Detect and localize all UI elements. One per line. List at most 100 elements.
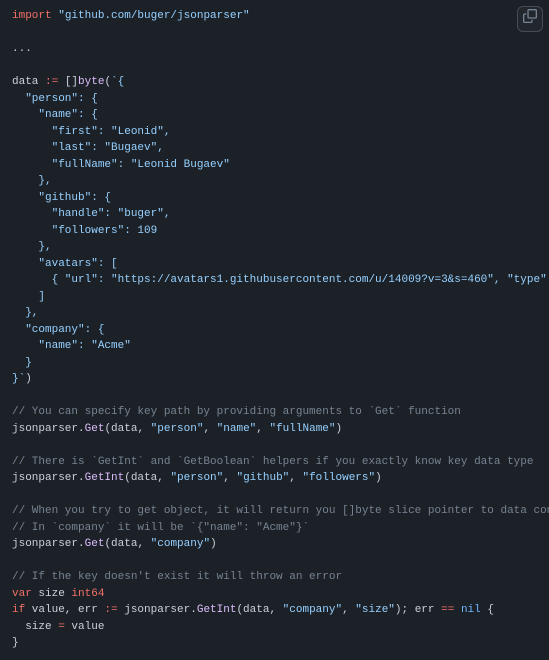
code-line: jsonparser.Get(data, "person", "name", "… xyxy=(12,423,342,435)
code-token: "fullName" xyxy=(269,423,335,435)
code-line: // When you try to get object, it will r… xyxy=(12,505,549,517)
code-token: , xyxy=(342,604,355,616)
code-line: if value, err := jsonparser.GetInt(data,… xyxy=(12,604,494,616)
code-token: }, xyxy=(12,175,52,187)
code-token: byte xyxy=(78,76,104,88)
code-line: var size int64 xyxy=(12,588,104,600)
code-token: // In `company` it will be `{"name": "Ac… xyxy=(12,522,309,534)
code-token: size xyxy=(32,588,72,600)
code-token: "person" xyxy=(151,423,204,435)
code-line: "first": "Leonid", xyxy=(12,126,170,138)
code-token: "name": "Acme" xyxy=(12,340,131,352)
code-line: // You can specify key path by providing… xyxy=(12,406,461,418)
code-token: data xyxy=(12,76,45,88)
code-line: "company": { xyxy=(12,324,104,336)
code-line: // In `company` it will be `{"name": "Ac… xyxy=(12,522,309,534)
code-token: (data, xyxy=(236,604,282,616)
code-token: `{ xyxy=(111,76,124,88)
code-line: // If the key doesn't exist it will thro… xyxy=(12,571,342,583)
code-block: import "github.com/buger/jsonparser" ...… xyxy=(0,0,549,660)
code-line: "name": "Acme" xyxy=(12,340,131,352)
code-token: "last": "Bugaev", xyxy=(12,142,164,154)
code-token: ] xyxy=(12,291,45,303)
code-token: , xyxy=(203,423,216,435)
code-line: "handle": "buger", xyxy=(12,208,170,220)
code-token: }` xyxy=(12,373,25,385)
code-token: GetInt xyxy=(85,472,125,484)
code-token: "fullName": "Leonid Bugaev" xyxy=(12,159,230,171)
code-token: jsonparser. xyxy=(12,538,85,550)
code-token: "github.com/buger/jsonparser" xyxy=(58,10,249,22)
code-token: jsonparser. xyxy=(118,604,197,616)
code-token: "name": { xyxy=(12,109,98,121)
code-token: ) xyxy=(375,472,382,484)
code-line: } xyxy=(12,357,32,369)
code-line: "github": { xyxy=(12,192,111,204)
code-line: }, xyxy=(12,175,52,187)
code-token: "size" xyxy=(355,604,395,616)
code-token: // You can specify key path by providing… xyxy=(12,406,461,418)
code-token: "company" xyxy=(283,604,342,616)
code-line: "followers": 109 xyxy=(12,225,157,237)
code-token: "followers" xyxy=(302,472,375,484)
code-line: }`) xyxy=(12,373,32,385)
code-token: , xyxy=(289,472,302,484)
code-line: size = value xyxy=(12,621,104,633)
code-line: ] xyxy=(12,291,45,303)
code-line: { "url": "https://avatars1.githubusercon… xyxy=(12,274,549,286)
code-token: ); err xyxy=(395,604,441,616)
code-token: jsonparser. xyxy=(12,472,85,484)
code-token: "first": "Leonid", xyxy=(12,126,170,138)
copy-icon xyxy=(523,9,537,30)
code-token: } xyxy=(12,637,19,649)
code-token: ) xyxy=(210,538,217,550)
copy-button[interactable] xyxy=(517,6,543,32)
code-line: } xyxy=(12,637,19,649)
code-token: { "url": "https://avatars1.githubusercon… xyxy=(12,274,549,286)
code-token: value, err xyxy=(25,604,104,616)
code-line: "fullName": "Leonid Bugaev" xyxy=(12,159,230,171)
code-line: "name": { xyxy=(12,109,98,121)
code-token: // If the key doesn't exist it will thro… xyxy=(12,571,342,583)
code-content: import "github.com/buger/jsonparser" ...… xyxy=(12,8,537,652)
code-token: , xyxy=(223,472,236,484)
code-token: value xyxy=(65,621,105,633)
code-token: "person" xyxy=(170,472,223,484)
code-line: jsonparser.Get(data, "company") xyxy=(12,538,217,550)
code-token: := xyxy=(45,76,58,88)
code-line: }, xyxy=(12,307,38,319)
code-token: "github" xyxy=(236,472,289,484)
code-token: "avatars": [ xyxy=(12,258,118,270)
code-token: "company" xyxy=(151,538,210,550)
code-token: }, xyxy=(12,241,52,253)
code-line: import "github.com/buger/jsonparser" xyxy=(12,10,250,22)
code-token: , xyxy=(256,423,269,435)
code-token: "github": { xyxy=(12,192,111,204)
code-token: } xyxy=(12,357,32,369)
code-token: GetInt xyxy=(197,604,237,616)
code-token: size xyxy=(12,621,58,633)
code-line: data := []byte(`{ xyxy=(12,76,124,88)
code-token: int64 xyxy=(71,588,104,600)
code-token: "name" xyxy=(217,423,257,435)
code-token: == xyxy=(441,604,454,616)
code-token: // When you try to get object, it will r… xyxy=(12,505,549,517)
code-token: (data, xyxy=(104,538,150,550)
code-line: }, xyxy=(12,241,52,253)
code-token: jsonparser. xyxy=(12,423,85,435)
code-token: { xyxy=(481,604,494,616)
code-token: nil xyxy=(461,604,481,616)
code-token: (data, xyxy=(104,423,150,435)
code-line: "person": { xyxy=(12,93,98,105)
code-token: Get xyxy=(85,423,105,435)
code-token: var xyxy=(12,588,32,600)
code-token: = xyxy=(58,621,65,633)
code-line: ... xyxy=(12,43,32,55)
code-token: "handle": "buger", xyxy=(12,208,170,220)
code-line: jsonparser.GetInt(data, "person", "githu… xyxy=(12,472,382,484)
code-token: ... xyxy=(12,43,32,55)
code-token: import xyxy=(12,10,52,22)
code-token: }, xyxy=(12,307,38,319)
code-token: "person": { xyxy=(12,93,98,105)
code-line: // There is `GetInt` and `GetBoolean` he… xyxy=(12,456,534,468)
